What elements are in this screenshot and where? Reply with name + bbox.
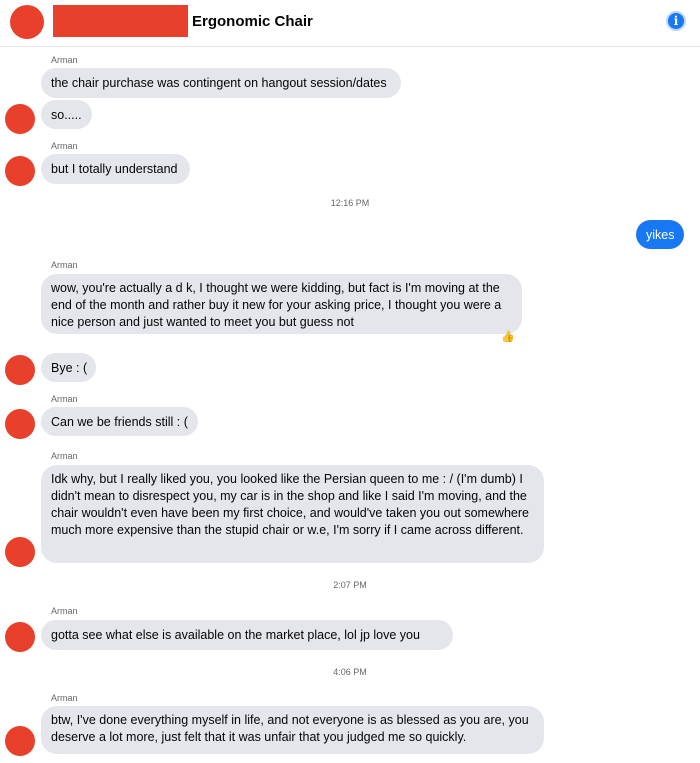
timestamp: 2:07 PM [333,580,367,590]
sender-name: Arman [51,141,78,151]
avatar [5,622,35,652]
message-bubble[interactable]: gotta see what else is available on the … [41,620,453,650]
message-bubble[interactable]: Bye : ( [41,353,96,382]
avatar [5,156,35,186]
timestamp: 12:16 PM [330,198,370,208]
sender-name: Arman [51,606,78,616]
avatar [5,537,35,567]
conversation-title: Ergonomic Chair [192,13,313,30]
conversation-header: Ergonomic Chair i [0,0,700,47]
avatar [5,726,35,756]
avatar [5,355,35,385]
info-icon[interactable]: i [666,11,686,31]
outgoing-message-bubble[interactable]: yikes [636,220,684,249]
message-bubble[interactable]: btw, I've done everything myself in life… [41,706,544,754]
contact-avatar[interactable] [10,5,44,39]
sender-name: Arman [51,451,78,461]
avatar [5,409,35,439]
sender-name: Arman [51,55,78,65]
avatar [5,104,35,134]
message-bubble[interactable]: Idk why, but I really liked you, you loo… [41,465,544,563]
redacted-contact-name [53,5,188,37]
message-bubble[interactable]: Can we be friends still : ( [41,407,198,436]
sender-name: Arman [51,260,78,270]
message-bubble[interactable]: so..... [41,100,92,129]
message-bubble[interactable]: wow, you're actually a d k, I thought we… [41,274,522,334]
thumbs-up-icon: 👍 [501,331,515,343]
sender-name: Arman [51,394,78,404]
message-bubble[interactable]: but I totally understand [41,154,190,184]
timestamp: 4:06 PM [333,667,367,677]
message-bubble[interactable]: the chair purchase was contingent on han… [41,68,401,98]
sender-name: Arman [51,693,78,703]
